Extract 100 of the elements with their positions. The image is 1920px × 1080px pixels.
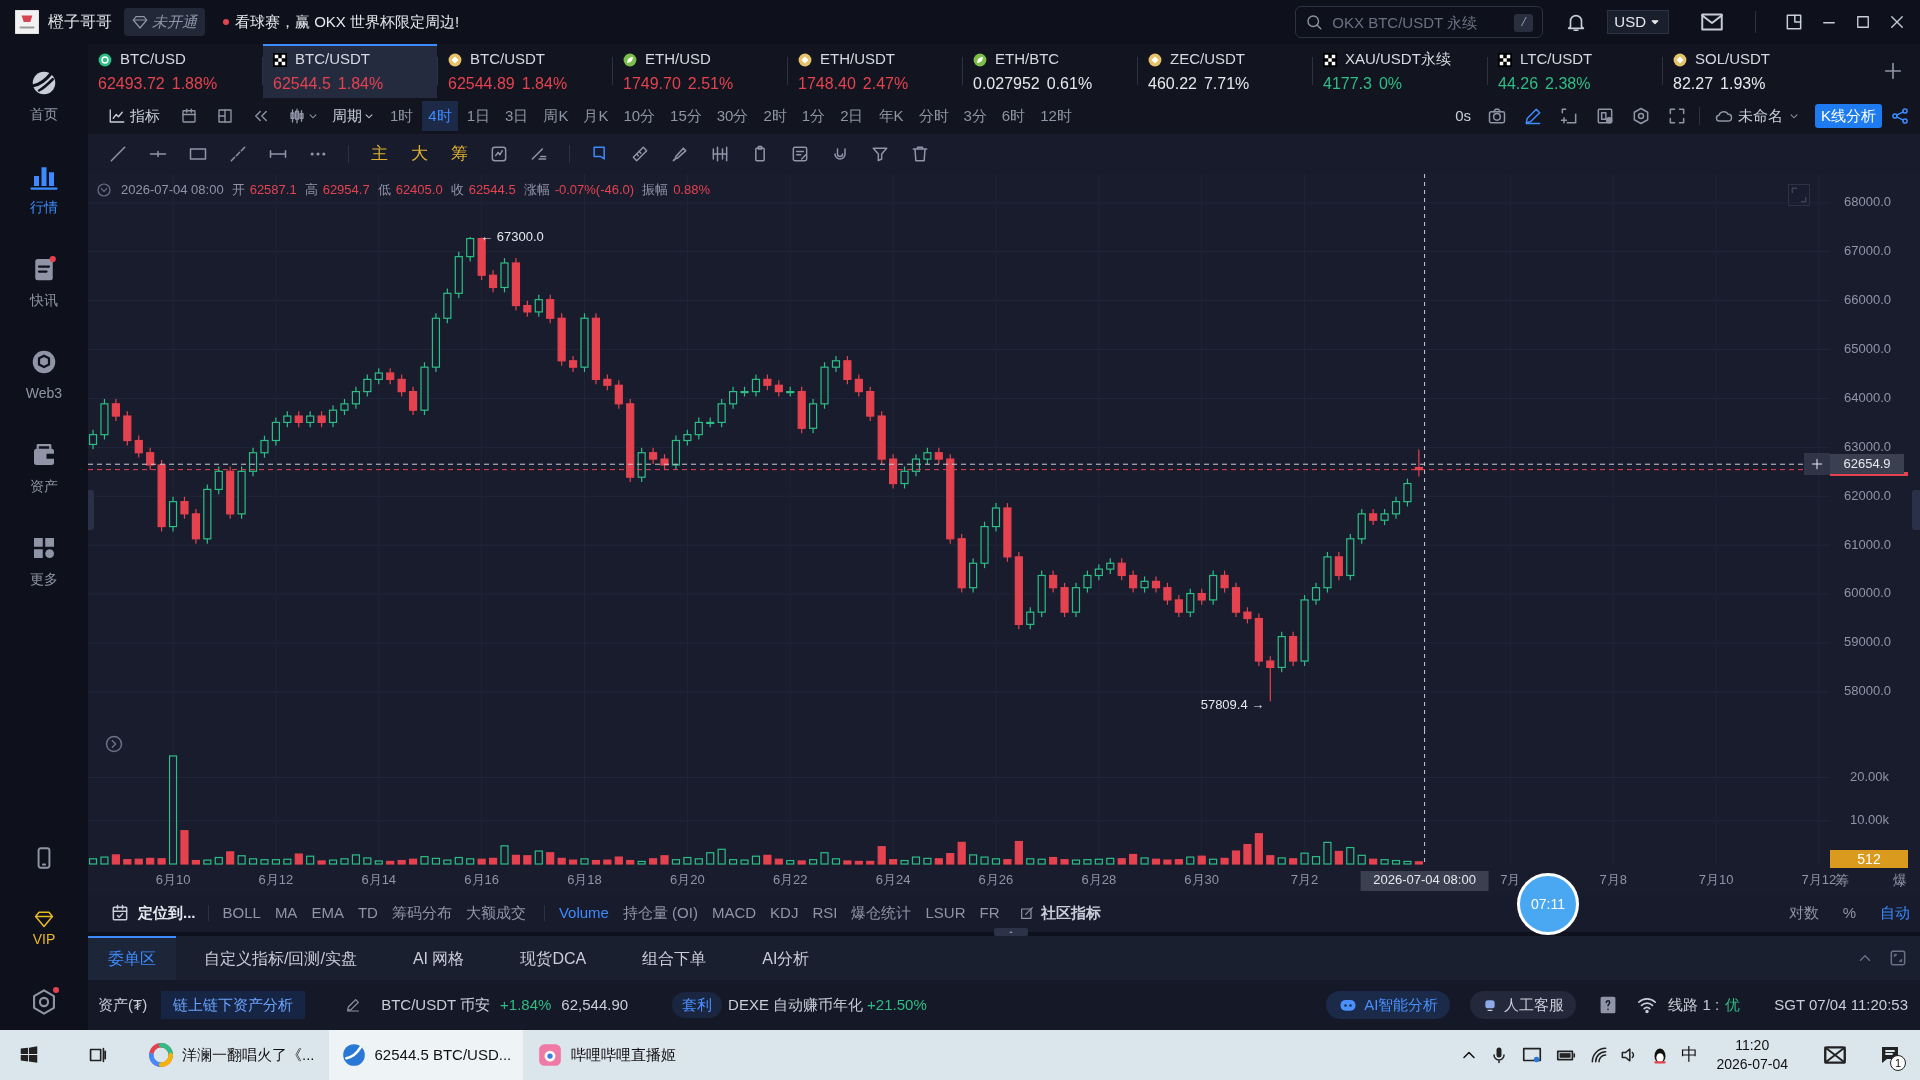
panel-tab[interactable]: AI分析 — [742, 936, 830, 980]
chart-tool-button[interactable]: 主 — [369, 141, 389, 167]
sidebar-item[interactable]: 更多 — [0, 515, 88, 608]
period-tab[interactable]: 1日 — [460, 101, 497, 131]
field-value: -0.07%(-46.0) — [554, 181, 635, 199]
axis-tick-label: 7月2 — [1290, 872, 1319, 888]
ticker-tab[interactable]: ETH/USD 1749.70 2.51% — [613, 44, 787, 98]
axis-tick-label: 7月8 — [1599, 872, 1627, 888]
community-button[interactable]: 社区指标 — [1019, 901, 1102, 925]
time-text: 11:20 — [1735, 1036, 1770, 1055]
analysis-button[interactable]: K线分析 — [1815, 104, 1882, 128]
period-tab[interactable]: 3分 — [957, 101, 993, 131]
panel-tab[interactable]: 委单区 — [88, 936, 176, 980]
ticker-tab[interactable]: XAU/USDT永续 4177.3 0% — [1313, 44, 1487, 98]
line-quality: 优 — [1725, 994, 1741, 1015]
indicator-tab[interactable]: LSUR — [925, 901, 966, 925]
field-label: 低 — [377, 181, 391, 199]
currency-dropdown[interactable]: USD — [1607, 10, 1669, 34]
period-dropdown[interactable]: 周期 — [332, 104, 376, 128]
axis-tick-label: 63000.0 — [1844, 438, 1891, 454]
period-tab[interactable]: 3日 — [499, 101, 535, 131]
indicator-tab[interactable]: KDJ — [770, 901, 799, 925]
axis-button[interactable]: 筹 — [1835, 871, 1849, 888]
indicator-tab[interactable]: MACD — [711, 901, 757, 925]
membership-badge[interactable]: 未开通 — [124, 8, 205, 36]
period-tab[interactable]: 1时 — [384, 101, 420, 131]
taskbar-app[interactable]: 62544.5 BTC/USD... — [328, 1030, 524, 1080]
chart-tool-button[interactable]: 筹 — [449, 141, 469, 167]
indicator-toggle[interactable]: TD — [357, 901, 378, 925]
period-tab[interactable]: 4时 — [422, 101, 458, 131]
time-text: 2026-07-04 08:00 — [121, 181, 224, 199]
indicator-toggle[interactable]: EMA — [311, 901, 344, 925]
ticker-price: 82.27 — [1673, 73, 1714, 94]
panel-tab[interactable]: 现货DCA — [500, 936, 607, 980]
ime-indicator[interactable]: 中 — [1681, 1042, 1699, 1068]
ticker-change: 2.38% — [1545, 73, 1591, 94]
indicator-tab[interactable]: 持仓量 (OI) — [622, 901, 698, 925]
ticker-symbol: BTC/USDT — [470, 49, 545, 70]
ticker-tab[interactable]: BTC/USD 62493.72 1.88% — [88, 44, 262, 98]
taskbar-clock[interactable]: 11:20 2026-07-04 — [1716, 1036, 1788, 1074]
ticker-change: 1.84% — [337, 73, 384, 94]
ticker-tab[interactable]: BTC/USDT 62544.5 1.84% — [263, 44, 437, 98]
period-tab[interactable]: 15分 — [664, 101, 708, 131]
pair-label: BTC/USDT 币安 — [381, 994, 491, 1015]
vip-button[interactable]: VIP — [32, 909, 56, 950]
field-value: 62587.1 — [249, 181, 297, 199]
axis-tick-label: 6月30 — [1184, 872, 1220, 888]
period-tab[interactable]: 年K — [872, 101, 910, 131]
locate-button[interactable]: 定位到... — [110, 901, 196, 925]
period-tab[interactable]: 1分 — [795, 101, 832, 131]
scale-mode-button[interactable]: 自动 — [1880, 901, 1910, 925]
chart-tool-button[interactable]: 大 — [409, 141, 429, 167]
taskbar-app[interactable]: 哔哩哔哩直播姬 — [525, 1030, 689, 1080]
panel-tab[interactable]: AI 网格 — [392, 936, 485, 980]
period-tab[interactable]: 周K — [537, 101, 575, 131]
indicator-toggle[interactable]: 大额成交 — [465, 901, 526, 925]
scale-mode-button[interactable]: 对数 — [1788, 901, 1819, 925]
ticker-tab[interactable]: ETH/BTC 0.027952 0.61% — [963, 44, 1137, 98]
period-tab[interactable]: 6时 — [995, 101, 1032, 131]
ticker-tab[interactable]: SOL/USDT 82.27 1.93% — [1663, 44, 1837, 98]
panel-tab[interactable]: 自定义指标/回测/实盘 — [184, 936, 377, 980]
sidebar-item[interactable]: 快讯 — [0, 236, 88, 329]
support-button[interactable]: 人工客服 — [1470, 991, 1577, 1019]
indicator-toggle[interactable]: MA — [274, 901, 298, 925]
sidebar-item[interactable]: 资产 — [0, 422, 88, 515]
indicator-toggle[interactable]: 筹码分布 — [391, 901, 452, 925]
axis-button[interactable]: 爆 — [1893, 871, 1907, 888]
ai-analysis-button[interactable]: AI智能分析 — [1326, 991, 1451, 1019]
product-text[interactable]: DEXE 自动赚币年化 — [728, 993, 864, 1017]
indicator-button[interactable]: 指标 — [108, 104, 160, 128]
period-tab[interactable]: 2日 — [834, 101, 870, 131]
axis-tick-label: 6月18 — [567, 872, 602, 888]
panel-tab[interactable]: 组合下单 — [622, 936, 727, 980]
field-label: 收 — [450, 181, 464, 199]
period-tab[interactable]: 10分 — [617, 101, 662, 131]
period-tab[interactable]: 12时 — [1034, 101, 1078, 131]
indicator-tab[interactable]: FR — [979, 901, 1000, 925]
sidebar-item[interactable]: 行情 — [0, 143, 88, 236]
period-tab[interactable]: 30分 — [710, 101, 755, 131]
period-tab[interactable]: 月K — [577, 101, 615, 131]
period-tab[interactable]: 分时 — [912, 101, 955, 131]
indicator-tab[interactable]: Volume — [558, 901, 609, 925]
ticker-price: 1749.70 — [623, 73, 681, 94]
period-tab[interactable]: 2时 — [757, 101, 793, 131]
ticker-tab[interactable]: ZEC/USDT 460.22 7.71% — [1138, 44, 1312, 98]
sidebar-item[interactable]: Web3 — [0, 329, 88, 422]
scale-mode-button[interactable]: % — [1842, 901, 1856, 925]
indicator-tab[interactable]: RSI — [812, 901, 838, 925]
volume-value-label: 512 — [1830, 850, 1908, 868]
indicator-tab[interactable]: 爆仓统计 — [851, 901, 912, 925]
promo-text[interactable]: 看球赛，赢 OKX 世界杯限定周边! — [235, 10, 460, 34]
axis-tick-label: 6月22 — [772, 872, 808, 888]
asset-analysis-button[interactable]: 链上链下资产分析 — [161, 991, 306, 1019]
sidebar-item[interactable]: 首页 — [0, 50, 88, 143]
ticker-tab[interactable]: LTC/USDT 44.26 2.38% — [1488, 44, 1662, 98]
indicator-toggle[interactable]: BOLL — [222, 901, 261, 925]
layout-dropdown[interactable]: 未命名 — [1714, 104, 1801, 128]
ticker-tab[interactable]: ETH/USDT 1748.40 2.47% — [788, 44, 962, 98]
taskbar-app[interactable]: 洋澜一翻唱火了《... — [136, 1030, 327, 1080]
ticker-tab[interactable]: BTC/USDT 62544.89 1.84% — [438, 44, 612, 98]
